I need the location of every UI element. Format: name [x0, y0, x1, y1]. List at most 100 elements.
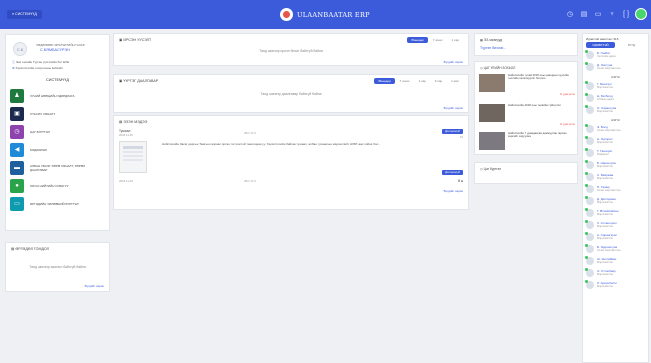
dept-heading: НЭГЖ: [611, 118, 620, 122]
avatar: [585, 196, 594, 205]
list-item[interactable]: Д. Энхтуяа Ахлах мэргэжилтэн: [585, 62, 648, 73]
person-role: Албаны дарга: [597, 98, 614, 101]
systems-menu-button[interactable]: ≡ СИСТЕМҮҮД: [7, 10, 42, 19]
tab-month[interactable]: 1 сар: [448, 37, 463, 43]
requests-empty: Танд шинээр ажилсл байхгүй байна: [29, 265, 86, 269]
list-item[interactable]: Л. Ариунбилэг Мэргэжилтэн: [585, 280, 648, 291]
news-item-text: Нийслэлийн 7 удаадаагаа дамжуулан гарсан…: [508, 131, 567, 139]
list-item[interactable]: Н. Одгэрэл Мэргэжилтэн: [585, 136, 648, 147]
system-item-label: ЦАГ БҮРТГЭЛ: [30, 129, 50, 134]
clock-icon[interactable]: ◷: [565, 10, 575, 18]
news-photo: [479, 132, 505, 150]
list-item[interactable]: Ж. Энхтайван Мэргэжилтэн: [585, 256, 648, 267]
tab-month[interactable]: 1 сар: [415, 78, 430, 84]
system-item-label: ХҮНИЙ НӨӨЦИЙН УДИРДЛАГА: [30, 93, 75, 98]
received-docs-card: ▣ ИРСЭН УУСЭЛТ Өнөөдөр 7 хоног 1 сар Тан…: [113, 33, 469, 66]
news-title: ▤ ЭЗЭН МЭДЭЭ: [114, 116, 468, 126]
list-item[interactable]: Б. Ганбат Хэлтсийн дарга: [585, 50, 648, 61]
tab-half-year[interactable]: 6 сар: [431, 78, 446, 84]
avatar: [585, 172, 594, 181]
person-role: Хэлтсийн дарга: [597, 55, 616, 58]
speaker-icon: ◀: [10, 142, 24, 157]
list-item[interactable]: Ц. Батболд Албаны дарга: [585, 93, 648, 104]
avatar: [585, 124, 594, 133]
list-item[interactable]: Нийслэлийн 2018 оны төсвийн гүйцэтгэл 11…: [479, 103, 575, 130]
requests-more-link[interactable]: Бүгдийг харах: [85, 284, 104, 288]
avatar: [585, 232, 594, 241]
list-item[interactable]: Б. Нарантуяа Мэргэжилтэн: [585, 160, 648, 171]
profile-link-1[interactable]: ⓘ Энэ онлайн Тургэн үүсгэлийн бит EXE: [12, 60, 69, 64]
system-item-docs[interactable]: ▬ АЛБАН УБСЭГ ХӨРӨ ХЯНАЛТ, ТӨРӨЛ ДААЛГАВ…: [10, 159, 90, 176]
person-role: Мэргэжилтэн: [597, 285, 613, 288]
received-docs-more-link[interactable]: Бүгдийг харах: [444, 60, 463, 64]
post-detail-button[interactable]: Дэлгэрэнгүй: [442, 129, 463, 134]
tab-today[interactable]: Өнөөдөр: [374, 78, 395, 84]
profile-link-2-label: Хэрэглэгчийн тохиргооны вэбсайт: [15, 66, 63, 70]
quick-notice-text[interactable]: Түргэн бичлаг...: [480, 46, 506, 50]
chart-icon[interactable]: ▤: [579, 10, 589, 18]
bracket-icon[interactable]: [ ]: [621, 11, 631, 18]
tab-all[interactable]: БҮГД: [617, 42, 646, 48]
profile-link-1-label: Энэ онлайн Тургэн үүсгэлийн бит EXE: [15, 60, 70, 64]
system-item-news[interactable]: ◀ МЭДЭЭЛЭЛ: [10, 141, 47, 158]
person-role: Ахлах мэргэжилтэн: [597, 249, 621, 252]
list-item[interactable]: А. Сарангэрэл Мэргэжилтэн: [585, 232, 648, 243]
post-thumbnail[interactable]: [119, 141, 147, 173]
system-item-public[interactable]: ● ОЛОН НИЙТИЙН СУВАГУУ: [10, 177, 69, 194]
news-card: ▤ ЭЗЭН МЭДЭЭ Тушаал 2018.11.26 253 ▪ 8 ⊙…: [113, 115, 469, 210]
list-item[interactable]: Д. Дэлгэрмаа Мэргэжилтэн: [585, 196, 648, 207]
news-title-label: ЭЗЭН МЭДЭЭ: [123, 120, 148, 124]
person-role: Мэргэжилтэн: [597, 237, 613, 240]
tab-week[interactable]: 7 хоног: [429, 37, 447, 43]
list-item[interactable]: С. Баярмаа Мэргэжилтэн: [585, 172, 648, 183]
tasks-more-link[interactable]: Бүгдийг харах: [444, 106, 463, 110]
list-item[interactable]: О. Сарантуяа Мэргэжилтэн: [585, 105, 648, 116]
profile-name[interactable]: С.БЯМБАСҮРЭН: [40, 48, 70, 52]
system-item-hr[interactable]: ♟ ХҮНИЙ НӨӨЦИЙН УДИРДЛАГА: [10, 87, 75, 104]
list-item[interactable]: Т. Ганзориг Референт: [585, 148, 648, 159]
list-item[interactable]: Нийслэлийн 7 удаадаагаа дамжуулан гарсан…: [479, 131, 575, 154]
people-title: Идэвхтэй ажилтан: 315: [586, 37, 619, 41]
news-more-link[interactable]: Бүгдийг харах: [444, 189, 463, 193]
list-item[interactable]: П. Төмөр Ахлах мэргэжилтэн: [585, 184, 648, 195]
list-item[interactable]: Г. Мөнхзул Мэргэжилтэн: [585, 81, 648, 92]
chat-icon[interactable]: ▭: [593, 10, 603, 18]
list-item[interactable]: Б. Эрдэнэтуяа Ахлах мэргэжилтэн: [585, 244, 648, 255]
person-role: Мэргэжилтэн: [597, 225, 613, 228]
list-item[interactable]: Э. Болд Ахлах мэргэжилтэн: [585, 124, 648, 135]
post-reactions[interactable]: 8 ●: [458, 179, 463, 183]
news-feed-card: ◷ ЦАГ ҮЕИЙН ЗОХЬОЛ Нийслэлийн тухай 2018…: [474, 61, 578, 155]
avatar[interactable]: С.Б: [13, 42, 27, 56]
quick-notice-card: ▦ ЭЗ-чаганууд Түргэн бичлаг...: [474, 33, 578, 56]
people-icon: ♟: [10, 88, 24, 103]
requests-card: ▤ ӨРГӨДӨЛ ГОМДОЛ Танд шинээр ажилсл байх…: [5, 242, 110, 292]
monitor-icon: ▣: [10, 106, 24, 121]
system-item-time[interactable]: ◷ ЦАГ БҮРТГЭЛ: [10, 123, 50, 140]
post-number: 15: [459, 135, 463, 139]
post-detail-button-2[interactable]: Дэлгэрэнгүй: [442, 170, 463, 175]
system-item-citizens[interactable]: ▭ ИРГЭДИЙН ЧӨЛӨӨНИЙ БҮРТГЭЛ: [10, 195, 78, 212]
user-avatar[interactable]: [635, 8, 647, 20]
avatar: [585, 208, 594, 217]
profile-link-2[interactable]: ⚙ Хэрэглэгчийн тохиргооны вэбсайт: [12, 66, 63, 70]
avatar: [585, 148, 594, 157]
tab-today[interactable]: Өнөөдөр: [407, 37, 428, 43]
received-docs-empty: Танд шинээр ирсэн бичиг байхгүй байна: [259, 49, 323, 53]
tab-year[interactable]: 1 жил: [447, 78, 463, 84]
news-feed-title-label: ЦАГ ҮЕИЙН ЗОХЬОЛ: [483, 66, 516, 70]
avatar: [585, 93, 594, 102]
tasks-tabs: Өнөөдөр 7 хоног 1 сар 6 сар 1 жил: [374, 78, 463, 84]
person-role: Ахлах мэргэжилтэн: [597, 129, 621, 132]
people-panel: Идэвхтэй ажилтан: 315 ИДЭВХТЭЙ БҮГД Б. Г…: [582, 33, 649, 363]
person-role: Ахлах мэргэжилтэн: [597, 67, 621, 70]
tab-active[interactable]: ИДЭВХТЭЙ: [586, 42, 615, 48]
brand[interactable]: ULAANBAATAR ERP: [280, 7, 370, 22]
list-item[interactable]: Г. Өлзийсайхан Мэргэжилтэн: [585, 208, 648, 219]
pin-icon[interactable]: ♆: [607, 11, 617, 18]
system-item-monitor[interactable]: ▣ СТАСИЧ ХЯНАЛТ: [10, 105, 55, 122]
list-item[interactable]: О. Отгонбаяр Мэргэжилтэн: [585, 268, 648, 279]
list-item[interactable]: Х. Алтангэрэл Мэргэжилтэн: [585, 220, 648, 231]
tab-week[interactable]: 7 хоног: [396, 78, 414, 84]
list-item[interactable]: Нийслэлийн тухай 2018 оны цаашдын хуулий…: [479, 73, 575, 100]
calendar-card: ◷ Цаг бүртгэл: [474, 162, 578, 184]
